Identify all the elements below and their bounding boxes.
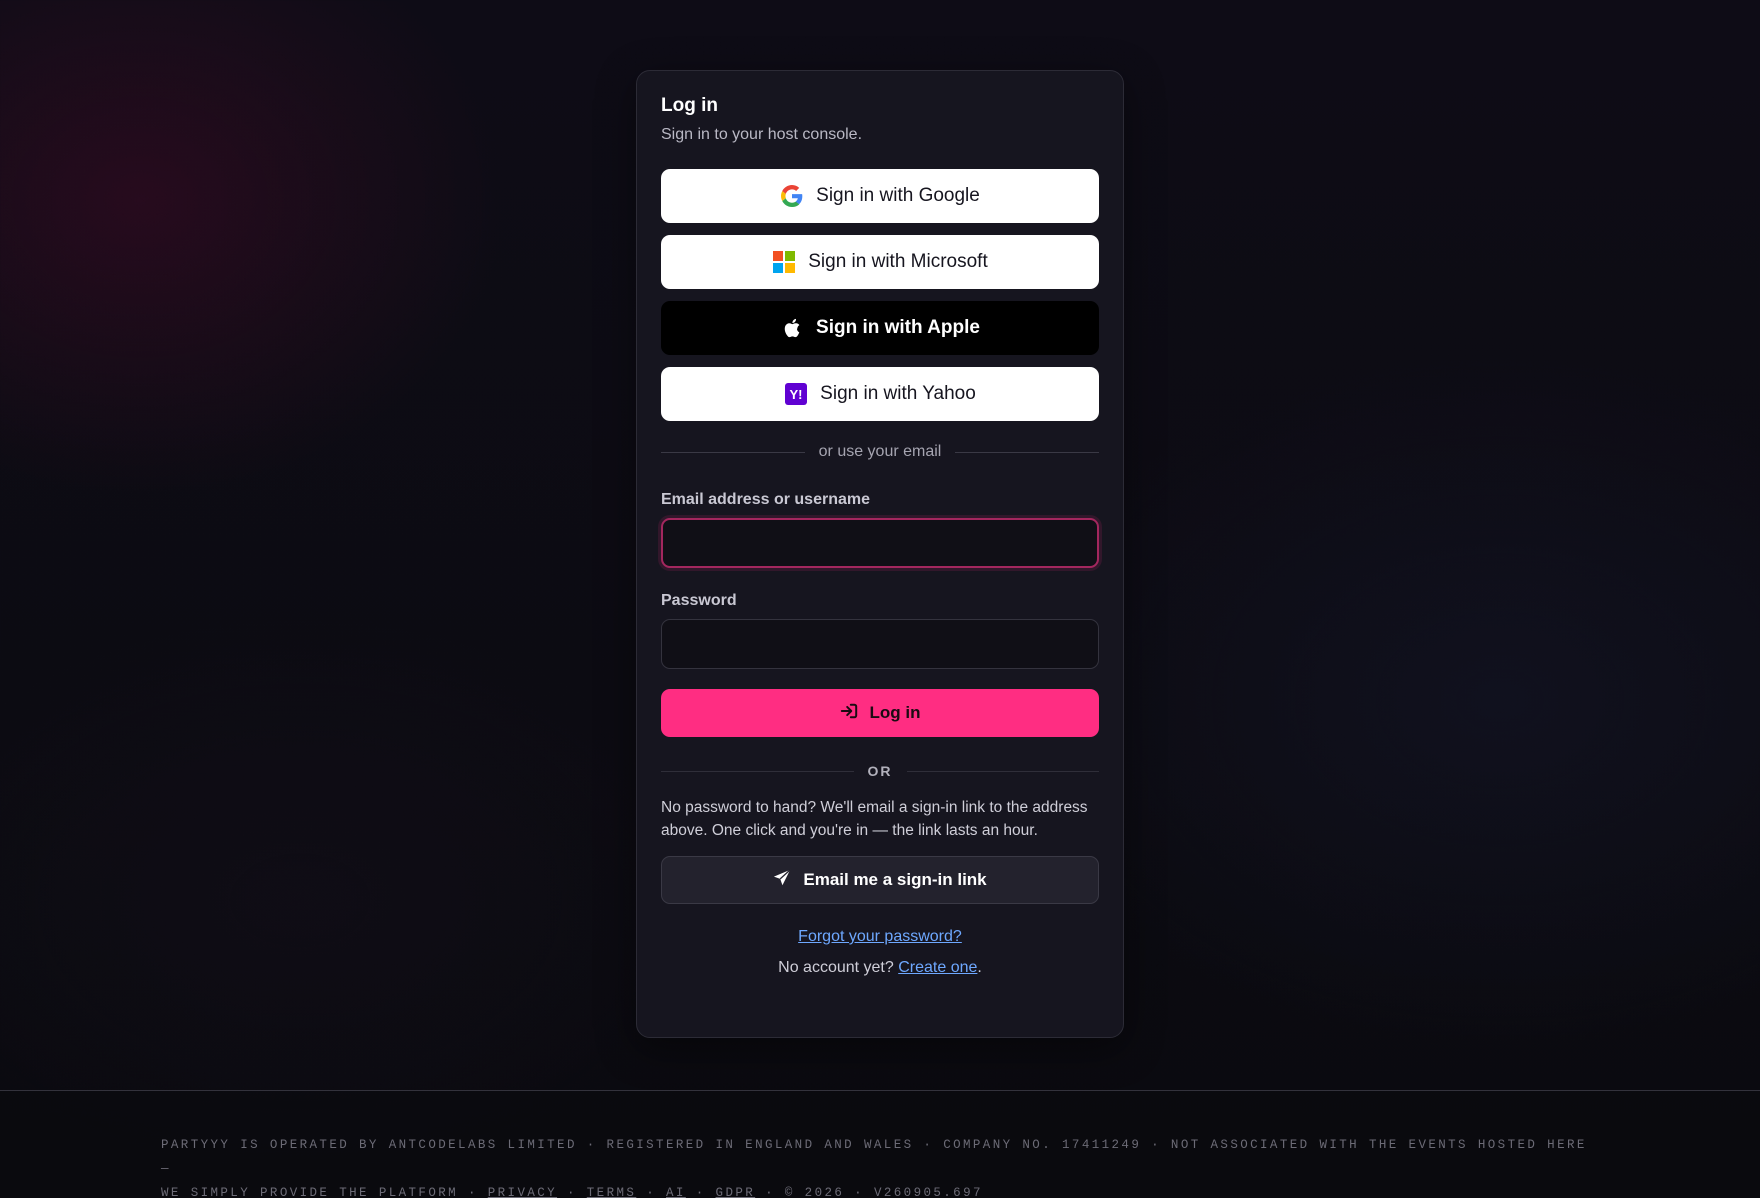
login-button[interactable]: Log in: [661, 689, 1099, 737]
ai-link[interactable]: AI: [666, 1186, 686, 1198]
yahoo-signin-label: Sign in with Yahoo: [820, 383, 976, 404]
footer-line-2-prefix: We simply provide the platform ·: [161, 1186, 478, 1198]
footer-copyright: · © 2026 · v260905.697: [765, 1186, 983, 1198]
footer-sep: ·: [646, 1186, 657, 1198]
apple-signin-button[interactable]: Sign in with Apple: [661, 301, 1099, 355]
google-signin-label: Sign in with Google: [816, 185, 980, 206]
paper-plane-icon: [773, 868, 791, 892]
microsoft-signin-label: Sign in with Microsoft: [808, 251, 988, 272]
no-account-text: No account yet?: [778, 959, 894, 976]
or-divider: OR: [661, 763, 1099, 779]
microsoft-signin-button[interactable]: Sign in with Microsoft: [661, 235, 1099, 289]
yahoo-icon: Y!: [784, 382, 808, 406]
terms-link[interactable]: Terms: [587, 1186, 637, 1198]
email-divider-text: or use your email: [818, 443, 942, 460]
divider-line: [906, 770, 1099, 772]
email-label: Email address or username: [661, 491, 870, 508]
svg-text:Y!: Y!: [790, 387, 803, 402]
create-account-link[interactable]: Create one: [898, 959, 977, 976]
gdpr-link[interactable]: GDPR: [716, 1186, 756, 1198]
magic-link-description: No password to hand? We'll email a sign-…: [661, 799, 1088, 839]
login-button-label: Log in: [869, 703, 921, 722]
account-links: Forgot your password? No account yet? Cr…: [661, 928, 1099, 977]
password-input[interactable]: [661, 619, 1099, 669]
google-icon: [780, 184, 804, 208]
login-card: Log in Sign in to your host console. Sig…: [636, 70, 1124, 1038]
email-divider: or use your email: [661, 443, 1099, 461]
password-label: Password: [661, 592, 737, 609]
email-signin-link-label: Email me a sign-in link: [803, 870, 987, 889]
apple-signin-label: Sign in with Apple: [816, 317, 980, 338]
forgot-password-link[interactable]: Forgot your password?: [798, 928, 962, 945]
apple-icon: [780, 316, 804, 340]
microsoft-icon: [772, 250, 796, 274]
page-subtitle: Sign in to your host console.: [661, 126, 863, 143]
divider-line: [955, 451, 1099, 453]
footer-legal-text: Partyyy is operated by AntCodeLabs Limit…: [161, 1133, 1601, 1198]
period: .: [977, 959, 982, 976]
create-account-row: No account yet? Create one.: [661, 959, 1099, 977]
site-footer: Partyyy is operated by AntCodeLabs Limit…: [0, 1090, 1760, 1198]
yahoo-signin-button[interactable]: Y! Sign in with Yahoo: [661, 367, 1099, 421]
email-input[interactable]: [661, 518, 1099, 568]
or-divider-text: OR: [867, 763, 893, 779]
page-title: Log in: [661, 95, 718, 116]
divider-line: [661, 451, 805, 453]
privacy-link[interactable]: Privacy: [488, 1186, 557, 1198]
email-signin-link-button[interactable]: Email me a sign-in link: [661, 856, 1099, 904]
footer-line-1: Partyyy is operated by AntCodeLabs Limit…: [161, 1138, 1587, 1176]
google-signin-button[interactable]: Sign in with Google: [661, 169, 1099, 223]
divider-line: [661, 770, 854, 772]
footer-sep: ·: [566, 1186, 577, 1198]
footer-sep: ·: [695, 1186, 706, 1198]
login-arrow-icon: [840, 702, 858, 725]
